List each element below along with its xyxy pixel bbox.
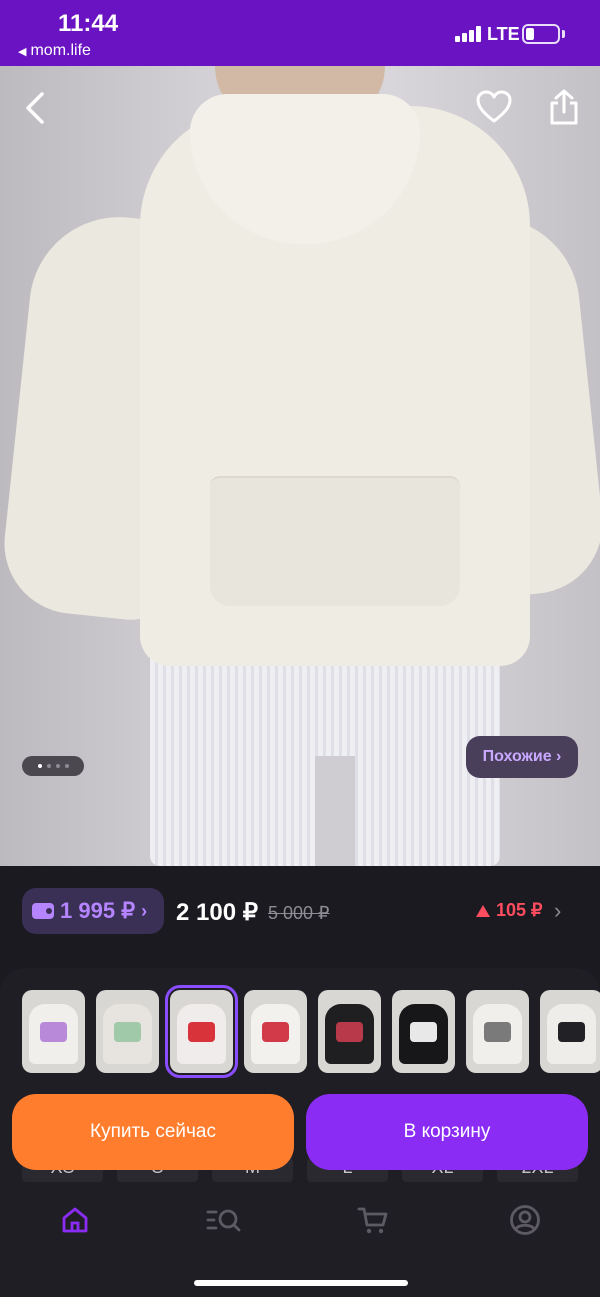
- signal-icon: [455, 26, 481, 42]
- print-image: [336, 1022, 363, 1042]
- chevron-right-icon: ›: [141, 900, 148, 921]
- chevron-right-icon[interactable]: ›: [554, 898, 561, 924]
- variant-thumbnail[interactable]: [318, 990, 381, 1073]
- similar-button[interactable]: Похожие ›: [466, 736, 578, 778]
- wallet-price-value: 1 995 ₽: [60, 898, 136, 923]
- pager-dot: [64, 764, 69, 768]
- battery-tip: [562, 30, 565, 38]
- pager-dot: [55, 764, 60, 768]
- variant-thumbnails: [22, 985, 600, 1078]
- heart-icon: [476, 90, 512, 123]
- tab-cart[interactable]: [353, 1200, 393, 1240]
- pager-dot: [46, 764, 51, 768]
- home-indicator: [194, 1280, 408, 1286]
- back-button[interactable]: [22, 90, 50, 131]
- print-image: [484, 1022, 511, 1042]
- print-image: [558, 1022, 585, 1042]
- wallet-price-button[interactable]: 1 995 ₽ ›: [22, 888, 164, 934]
- wallet-icon: [32, 903, 54, 919]
- back-triangle-icon: ◀: [18, 45, 27, 58]
- cashback-value: 105 ₽: [496, 900, 543, 920]
- print-image: [410, 1022, 437, 1042]
- buy-now-button[interactable]: Купить сейчас: [12, 1094, 294, 1170]
- cart-icon: [357, 1207, 388, 1234]
- variant-thumbnail[interactable]: [540, 990, 600, 1073]
- status-bar: 11:44 ◀ mom.life LTE: [0, 0, 600, 66]
- status-time: 11:44: [58, 10, 119, 37]
- tab-catalog[interactable]: [204, 1200, 244, 1240]
- add-to-cart-button[interactable]: В корзину: [306, 1094, 588, 1170]
- variant-thumbnail[interactable]: [244, 990, 307, 1073]
- print-image: [188, 1022, 215, 1042]
- chevron-left-icon: [26, 92, 44, 124]
- old-price: 5 000 ₽: [268, 903, 330, 923]
- battery-icon: [522, 24, 560, 44]
- share-button[interactable]: [548, 88, 580, 131]
- current-price: 2 100 ₽: [176, 899, 258, 926]
- back-to-app-link[interactable]: ◀ mom.life: [18, 42, 91, 60]
- tab-bar: [0, 1190, 600, 1250]
- variant-thumbnail[interactable]: [466, 990, 529, 1073]
- variant-thumbnail[interactable]: [165, 985, 238, 1078]
- gallery-pager: [22, 756, 84, 776]
- catalog-search-icon: [206, 1209, 241, 1232]
- favorite-button[interactable]: [476, 90, 512, 129]
- cashback-badge[interactable]: 105 ₽: [476, 900, 543, 921]
- home-icon: [62, 1207, 88, 1233]
- tab-profile[interactable]: [505, 1200, 545, 1240]
- back-app-label: mom.life: [30, 42, 91, 59]
- product-screen: 11:44 ◀ mom.life LTE Похожие › 1 995 ₽ ›…: [0, 0, 600, 1297]
- tab-home[interactable]: [55, 1200, 95, 1240]
- variant-thumbnail[interactable]: [96, 990, 159, 1073]
- share-icon: [550, 89, 578, 125]
- print-image: [40, 1022, 67, 1042]
- print-image: [262, 1022, 289, 1042]
- variant-thumbnail[interactable]: [392, 990, 455, 1073]
- pager-dot: [37, 764, 42, 768]
- variant-thumbnail[interactable]: [22, 990, 85, 1073]
- print-image: [114, 1022, 141, 1042]
- profile-icon: [510, 1205, 540, 1235]
- network-label: LTE: [487, 24, 520, 44]
- triangle-up-icon: [476, 904, 490, 917]
